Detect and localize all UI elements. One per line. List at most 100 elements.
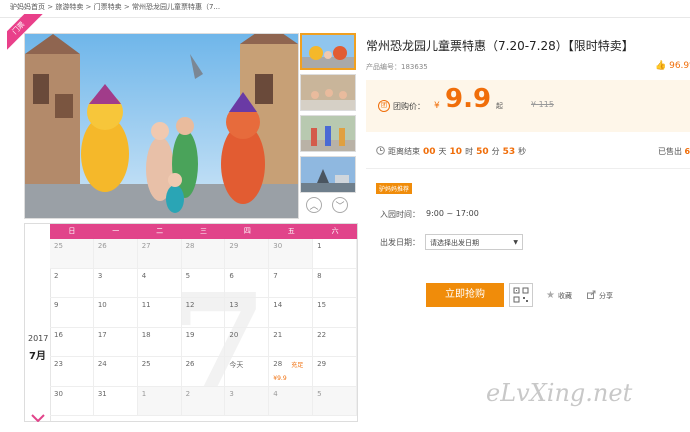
calendar-day-number: 9	[54, 301, 59, 309]
breadcrumb-sale[interactable]: 旅游特卖	[55, 3, 83, 11]
thumbnail[interactable]	[300, 33, 356, 70]
calendar-day-cell[interactable]: 6	[225, 268, 270, 298]
calendar-day-cell[interactable]: 29	[313, 357, 357, 387]
calendar-day-number: 29	[229, 242, 239, 250]
calendar-day-number: 11	[141, 301, 151, 309]
calendar-day-cell[interactable]: 30	[269, 239, 314, 269]
calendar-day-cell[interactable]: 2	[50, 268, 94, 298]
thumbs-up-icon: 👍	[655, 61, 667, 71]
calendar-day-cell[interactable]: 27	[137, 239, 182, 269]
calendar-day-cell[interactable]: 2	[181, 386, 226, 416]
calendar-day-cell[interactable]: 19	[181, 327, 226, 357]
chevron-down-icon[interactable]	[31, 414, 45, 423]
calendar-day-cell[interactable]: 16	[50, 327, 94, 357]
calendar-day-number: 30	[54, 389, 63, 398]
price-box: 团 团购价： ¥ 9.9 起 ¥ 115	[366, 80, 690, 132]
calendar-day-cell[interactable]: 26	[93, 239, 138, 269]
calendar-day-cell[interactable]: 28 充足 ¥9.9	[269, 357, 314, 387]
calendar-day-cell[interactable]: 1	[137, 386, 182, 416]
calendar-day-cell[interactable]: 30	[50, 386, 94, 416]
calendar-day-cell[interactable]: 18	[137, 327, 182, 357]
breadcrumb-current: 常州恐龙园儿童票特惠（7...	[131, 3, 221, 11]
calendar-day-cell[interactable]: 3	[225, 386, 270, 416]
price-label: 团购价：	[393, 102, 425, 111]
calendar-day-cell[interactable]: 8	[313, 268, 357, 298]
calendar-day-cell[interactable]: 17	[93, 327, 138, 357]
breadcrumb-home[interactable]: 驴妈妈首页	[10, 3, 45, 11]
calendar-weekday: 一	[112, 227, 120, 235]
calendar-day-cell[interactable]: 29	[225, 239, 270, 269]
calendar-day-number: 20	[229, 330, 239, 339]
calendar-day-cell[interactable]: 4	[137, 268, 182, 298]
calendar-grid: 25 26 27 28 29 30 1 2 3 4 5 6 7 8 9 10 11 12 13 14 15 16 17 18 1…	[50, 239, 357, 416]
main-product-image[interactable]	[24, 33, 299, 219]
calendar-day-number: 14	[273, 301, 283, 309]
calendar-day-number: 今天	[229, 361, 244, 369]
calendar-day-number: 22	[317, 330, 327, 339]
calendar-day-cell[interactable]: 31	[93, 386, 138, 416]
calendar-day-cell[interactable]: 22	[313, 327, 357, 357]
calendar-day-number: 5	[185, 271, 191, 280]
star-icon: ★	[546, 290, 555, 301]
calendar-day-cell[interactable]: 23	[50, 357, 94, 387]
sold-count: 已售出 6	[658, 147, 690, 156]
calendar-day-cell[interactable]: 3	[93, 268, 138, 298]
calendar-day-cell[interactable]: 4	[269, 386, 314, 416]
calendar-day-cell[interactable]: 20	[225, 327, 270, 357]
calendar-day-cell[interactable]: 14	[269, 298, 314, 328]
calendar-day-cell[interactable]: 26	[181, 357, 226, 387]
calendar-day-cell[interactable]: 5	[313, 386, 357, 416]
calendar-day-cell[interactable]: 12	[181, 298, 226, 328]
calendar-day-number: 2	[185, 389, 191, 398]
calendar-day-cell[interactable]: 25	[137, 357, 182, 387]
calendar-weekday-header: 日一二三四五六	[50, 224, 357, 239]
thumbnail-nav: ︿ ﹀	[300, 197, 356, 213]
calendar-day-number: 24	[97, 360, 107, 368]
calendar-day-cell[interactable]: 24	[93, 357, 138, 387]
calendar-day-number: 10	[97, 301, 107, 309]
calendar-day-cell[interactable]: 1	[313, 239, 357, 269]
calendar-day-number: 2	[54, 271, 59, 280]
calendar-day-cell[interactable]: 13	[225, 298, 270, 328]
calendar-day-cell[interactable]: 15	[313, 298, 357, 328]
calendar-month-side: 2017 7月	[25, 239, 51, 423]
qr-code-icon[interactable]	[509, 283, 533, 307]
calendar-day-number: 6	[229, 271, 234, 280]
calendar-day-cell[interactable]: 5	[181, 268, 226, 298]
calendar-day-cell[interactable]: 7	[269, 268, 314, 298]
calendar-weekday: 六	[331, 227, 339, 235]
calendar-day-number: 5	[317, 389, 322, 398]
breadcrumb-tickets[interactable]: 门票特卖	[94, 3, 122, 11]
calendar-day-number: 28	[185, 242, 195, 250]
departure-date-label: 出发日期：	[380, 238, 420, 247]
calendar-day-cell[interactable]: 9	[50, 298, 94, 328]
share-icon	[587, 290, 596, 301]
buy-now-button[interactable]: 立即抢购	[426, 283, 504, 307]
calendar-day-number: 7	[273, 271, 278, 280]
calendar-day-cell[interactable]: 今天	[225, 357, 270, 387]
calendar-day-price: ¥9.9	[273, 374, 287, 382]
countdown: 距离结束 00 天 10 时 50 分 53 秒	[376, 146, 526, 157]
calendar-day-cell[interactable]: 28	[181, 239, 226, 269]
calendar-day-number: 15	[317, 301, 327, 309]
calendar-weekday: 三	[200, 227, 207, 235]
thumbnail[interactable]	[300, 74, 356, 111]
thumbnail[interactable]	[300, 156, 356, 193]
calendar-day-number: 25	[54, 242, 63, 250]
thumbnail[interactable]	[300, 115, 356, 152]
departure-date-select[interactable]: 请选择出发日期 ▼	[425, 234, 523, 250]
calendar-day-cell[interactable]: 11	[137, 298, 182, 328]
calendar-day-number: 13	[229, 301, 239, 309]
favorite-button[interactable]: ★ 收藏	[546, 290, 572, 301]
share-button[interactable]: 分享	[587, 290, 613, 301]
calendar-day-number: 23	[54, 360, 63, 368]
calendar-day-cell[interactable]: 21	[269, 327, 314, 357]
thumbnail-up-button[interactable]: ︿	[306, 197, 322, 213]
calendar-day-number: 21	[273, 330, 283, 339]
calendar-day-cell[interactable]: 25	[50, 239, 94, 269]
thumbnail-down-button[interactable]: ﹀	[332, 197, 348, 213]
ticket-corner-badge: 门票	[7, 14, 51, 58]
price-value: 9.9	[445, 84, 492, 114]
calendar-day-cell[interactable]: 10	[93, 298, 138, 328]
calendar-day-number: 3	[97, 271, 103, 280]
